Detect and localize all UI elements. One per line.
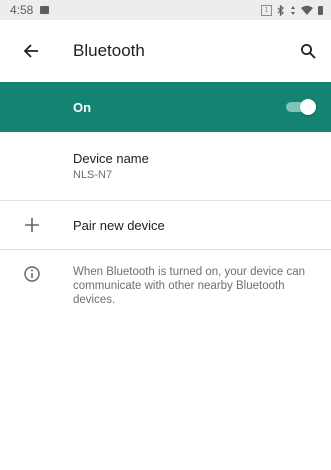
info-text: When Bluetooth is turned on, your device…: [73, 266, 306, 306]
search-button[interactable]: [297, 40, 319, 62]
image-icon: [40, 6, 50, 14]
page-title: Bluetooth: [73, 41, 145, 60]
pair-new-device-item[interactable]: Pair new device: [0, 201, 331, 250]
device-name-title: Device name: [73, 151, 149, 166]
back-arrow-icon: [23, 44, 38, 58]
info-footer: When Bluetooth is turned on, your device…: [0, 250, 331, 330]
plus-icon: [25, 218, 39, 232]
app-bar: Bluetooth: [0, 20, 331, 82]
device-name-item[interactable]: Device name NLS-N7: [0, 132, 331, 201]
status-icons: 1: [261, 4, 323, 16]
bluetooth-switch[interactable]: [284, 97, 318, 117]
bluetooth-icon: [277, 4, 284, 16]
data-icon: [291, 5, 295, 15]
device-name-value: NLS-N7: [73, 169, 113, 181]
back-button[interactable]: [20, 40, 42, 62]
battery-icon: [318, 5, 323, 15]
search-icon: [301, 44, 316, 59]
bluetooth-toggle-row[interactable]: On: [0, 82, 331, 132]
switch-thumb: [300, 99, 316, 115]
pair-new-device-label: Pair new device: [73, 218, 165, 233]
status-bar: 4:58 1: [0, 0, 331, 20]
sim-icon: 1: [261, 4, 272, 16]
info-icon: [24, 266, 40, 282]
wifi-icon: [301, 5, 313, 15]
bluetooth-toggle-label: On: [73, 99, 92, 115]
status-time: 4:58: [10, 3, 34, 17]
